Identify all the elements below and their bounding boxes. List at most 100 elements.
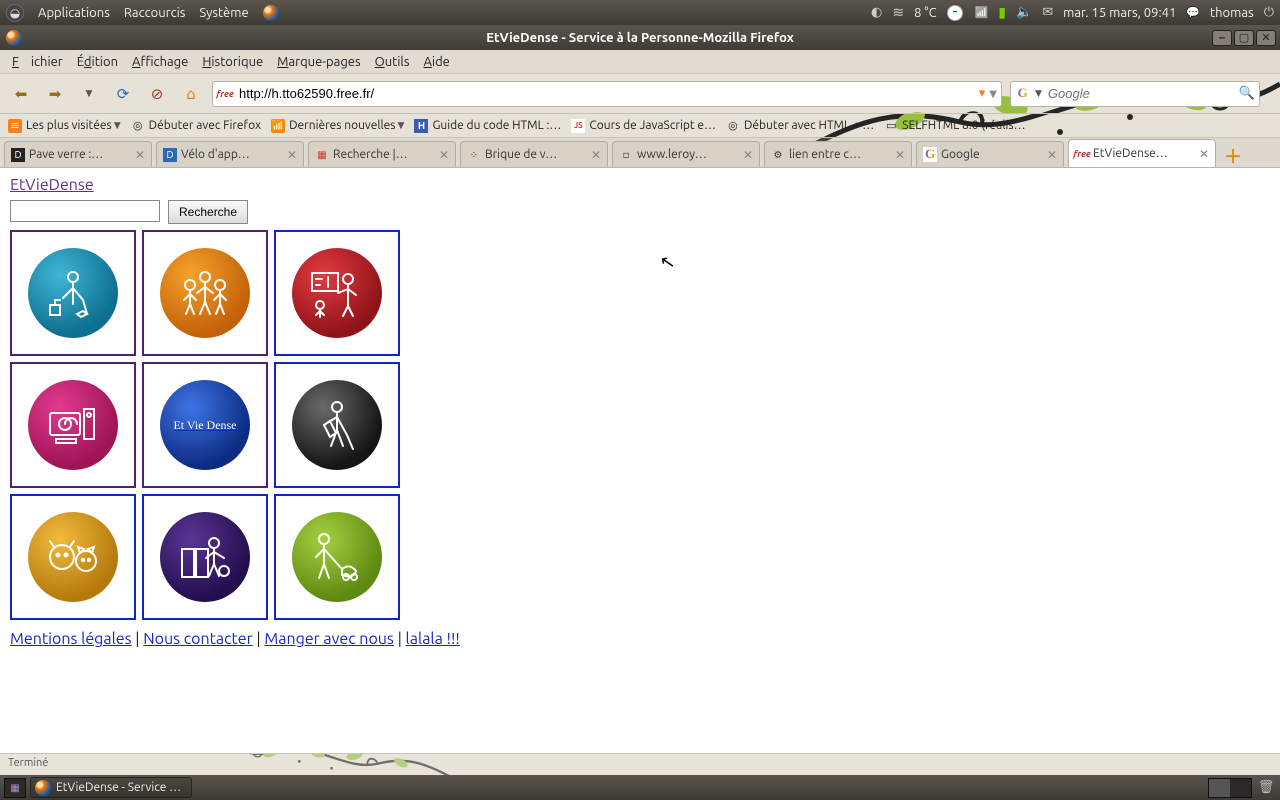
workspace-switcher[interactable]	[1208, 778, 1252, 798]
menu-applications[interactable]: Applications	[38, 6, 110, 20]
reload-button[interactable]: ⟳	[110, 81, 136, 107]
new-tab-button[interactable]: ＋	[1222, 145, 1244, 167]
maximize-button[interactable]: ▢	[1234, 30, 1254, 46]
tab-close-icon[interactable]: ✕	[591, 148, 601, 162]
tab-close-icon[interactable]: ✕	[743, 148, 753, 162]
favicon-icon: ⚙	[771, 148, 785, 162]
tab-close-icon[interactable]: ✕	[1199, 147, 1209, 161]
menu-places[interactable]: Raccourcis	[124, 6, 186, 20]
menu-history[interactable]: Historique	[196, 53, 269, 71]
url-bar[interactable]: free ▾ ▼	[212, 81, 1002, 107]
footer-links: Mentions légales | Nous contacter | Mang…	[10, 630, 1270, 648]
recent-dropdown[interactable]: ▼	[76, 81, 102, 107]
tab[interactable]: ⁘Brique de v…✕	[460, 141, 608, 167]
tile-children[interactable]	[142, 230, 268, 356]
alarm-clock-icon[interactable]	[947, 5, 965, 21]
link-contact[interactable]: Nous contacter	[143, 630, 253, 648]
bookmark-dernieres-nouvelles[interactable]: 📶 Dernières nouvelles▼	[271, 119, 404, 133]
weather-temp[interactable]: 8 °C	[914, 6, 936, 20]
bookmark-cours-js[interactable]: JS Cours de JavaScript e…	[571, 119, 716, 133]
menu-system[interactable]: Système	[199, 6, 248, 20]
window-titlebar[interactable]: EtVieDense - Service à la Personne-Mozil…	[0, 25, 1280, 50]
floral-decor	[90, 753, 610, 775]
bookmark-selfhtml[interactable]: ▭ SELFHTML 8.0 (réalis…	[884, 119, 1025, 133]
engine-dropdown-icon[interactable]: ▼	[1035, 88, 1042, 99]
statusbar: Terminé	[0, 753, 1280, 775]
minimize-button[interactable]: –	[1212, 30, 1232, 46]
status-text: Terminé	[8, 757, 48, 769]
menu-tools[interactable]: Outils	[369, 53, 416, 71]
battery-icon[interactable]	[998, 4, 1006, 21]
site-search-input[interactable]	[10, 200, 160, 222]
menu-file[interactable]: Fichier	[6, 53, 69, 71]
favicon-icon: ⁘	[467, 148, 481, 162]
tile-logo[interactable]: Et Vie Dense	[142, 362, 268, 488]
favicon-icon: ▦	[315, 148, 329, 162]
home-button[interactable]: ⌂	[178, 81, 204, 107]
tile-computer[interactable]	[10, 362, 136, 488]
site-search-button[interactable]: Recherche	[168, 200, 248, 224]
mail-icon[interactable]	[1042, 5, 1053, 20]
menu-edit[interactable]: Édition	[71, 53, 124, 71]
bookmark-most-visited[interactable]: ≡ Les plus visitées▼	[8, 119, 121, 133]
url-dropdown-icon[interactable]: ▼	[989, 88, 997, 100]
stop-button[interactable]: ⊘	[144, 81, 170, 107]
tab[interactable]: Google✕	[916, 141, 1064, 167]
tab[interactable]: DPave verre :…✕	[4, 141, 152, 167]
network-icon[interactable]	[975, 6, 989, 19]
close-button[interactable]: ✕	[1256, 30, 1276, 46]
show-desktop-button[interactable]: ▦	[4, 778, 26, 798]
page-title-link[interactable]: EtVieDense	[10, 176, 94, 194]
tab[interactable]: ⚙lien entre c…✕	[764, 141, 912, 167]
search-bar[interactable]: ▼ 🔍	[1010, 81, 1260, 107]
forward-button[interactable]: ➡	[42, 81, 68, 107]
indicator-icon[interactable]	[871, 5, 882, 20]
tab[interactable]: DVélo d'app…✕	[156, 141, 304, 167]
tab[interactable]: ▫www.leroy…✕	[612, 141, 760, 167]
nav-toolbar: ⬅ ➡ ▼ ⟳ ⊘ ⌂ free ▾ ▼ ▼ 🔍	[0, 74, 1280, 114]
h-icon: H	[414, 119, 428, 133]
firefox-launcher-icon[interactable]	[263, 5, 279, 21]
tile-office[interactable]	[142, 494, 268, 620]
tab-close-icon[interactable]: ✕	[439, 148, 449, 162]
tab-active[interactable]: freeEtVieDense…✕	[1068, 139, 1216, 167]
ubuntu-logo-icon[interactable]	[6, 4, 24, 22]
search-go-icon[interactable]: 🔍	[1239, 86, 1255, 101]
bookmark-guide-html[interactable]: H Guide du code HTML :…	[414, 119, 561, 133]
favicon-icon: free	[1075, 147, 1089, 161]
trash-icon[interactable]: 🗑	[1256, 778, 1276, 798]
menu-bookmarks[interactable]: Marque-pages	[271, 53, 366, 71]
url-input[interactable]	[237, 85, 975, 102]
user-name[interactable]: thomas	[1210, 6, 1254, 20]
search-engine-icon[interactable]	[1015, 86, 1031, 102]
menu-view[interactable]: Affichage	[126, 53, 194, 71]
tile-mowing[interactable]	[274, 494, 400, 620]
taskbar-item[interactable]: EtVieDense - Service …	[30, 777, 192, 798]
feed-icon[interactable]: ▾	[979, 86, 986, 101]
volume-icon[interactable]	[1016, 5, 1032, 20]
power-icon[interactable]	[1264, 5, 1274, 20]
link-lalala[interactable]: lalala !!!	[406, 630, 460, 648]
chat-icon[interactable]	[1186, 6, 1200, 19]
tile-gardening[interactable]	[274, 362, 400, 488]
tab-close-icon[interactable]: ✕	[287, 148, 297, 162]
firefox-icon	[35, 780, 51, 796]
tile-pets[interactable]	[10, 494, 136, 620]
tab-close-icon[interactable]: ✕	[1047, 148, 1057, 162]
search-input[interactable]	[1046, 85, 1235, 102]
menu-help[interactable]: Aide	[417, 53, 455, 71]
link-manger[interactable]: Manger avec nous	[264, 630, 394, 648]
tab-close-icon[interactable]: ✕	[135, 148, 145, 162]
bookmark-debuter-firefox[interactable]: ◎ Débuter avec Firefox	[131, 119, 261, 133]
link-mentions[interactable]: Mentions légales	[10, 630, 132, 648]
bookmark-debuter-html[interactable]: ◎ Débuter avec HTML + …	[726, 119, 874, 133]
tab-close-icon[interactable]: ✕	[895, 148, 905, 162]
clock-text[interactable]: mar. 15 mars, 09:41	[1063, 6, 1176, 20]
rss-icon: 📶	[271, 119, 285, 133]
back-button[interactable]: ⬅	[8, 81, 34, 107]
weather-waves-icon[interactable]	[892, 4, 904, 21]
tile-teaching[interactable]	[274, 230, 400, 356]
tab[interactable]: ▦Recherche |…✕	[308, 141, 456, 167]
tile-cleaning[interactable]	[10, 230, 136, 356]
page-content: EtVieDense Recherche Et Vie Dense Mentio…	[0, 168, 1280, 753]
